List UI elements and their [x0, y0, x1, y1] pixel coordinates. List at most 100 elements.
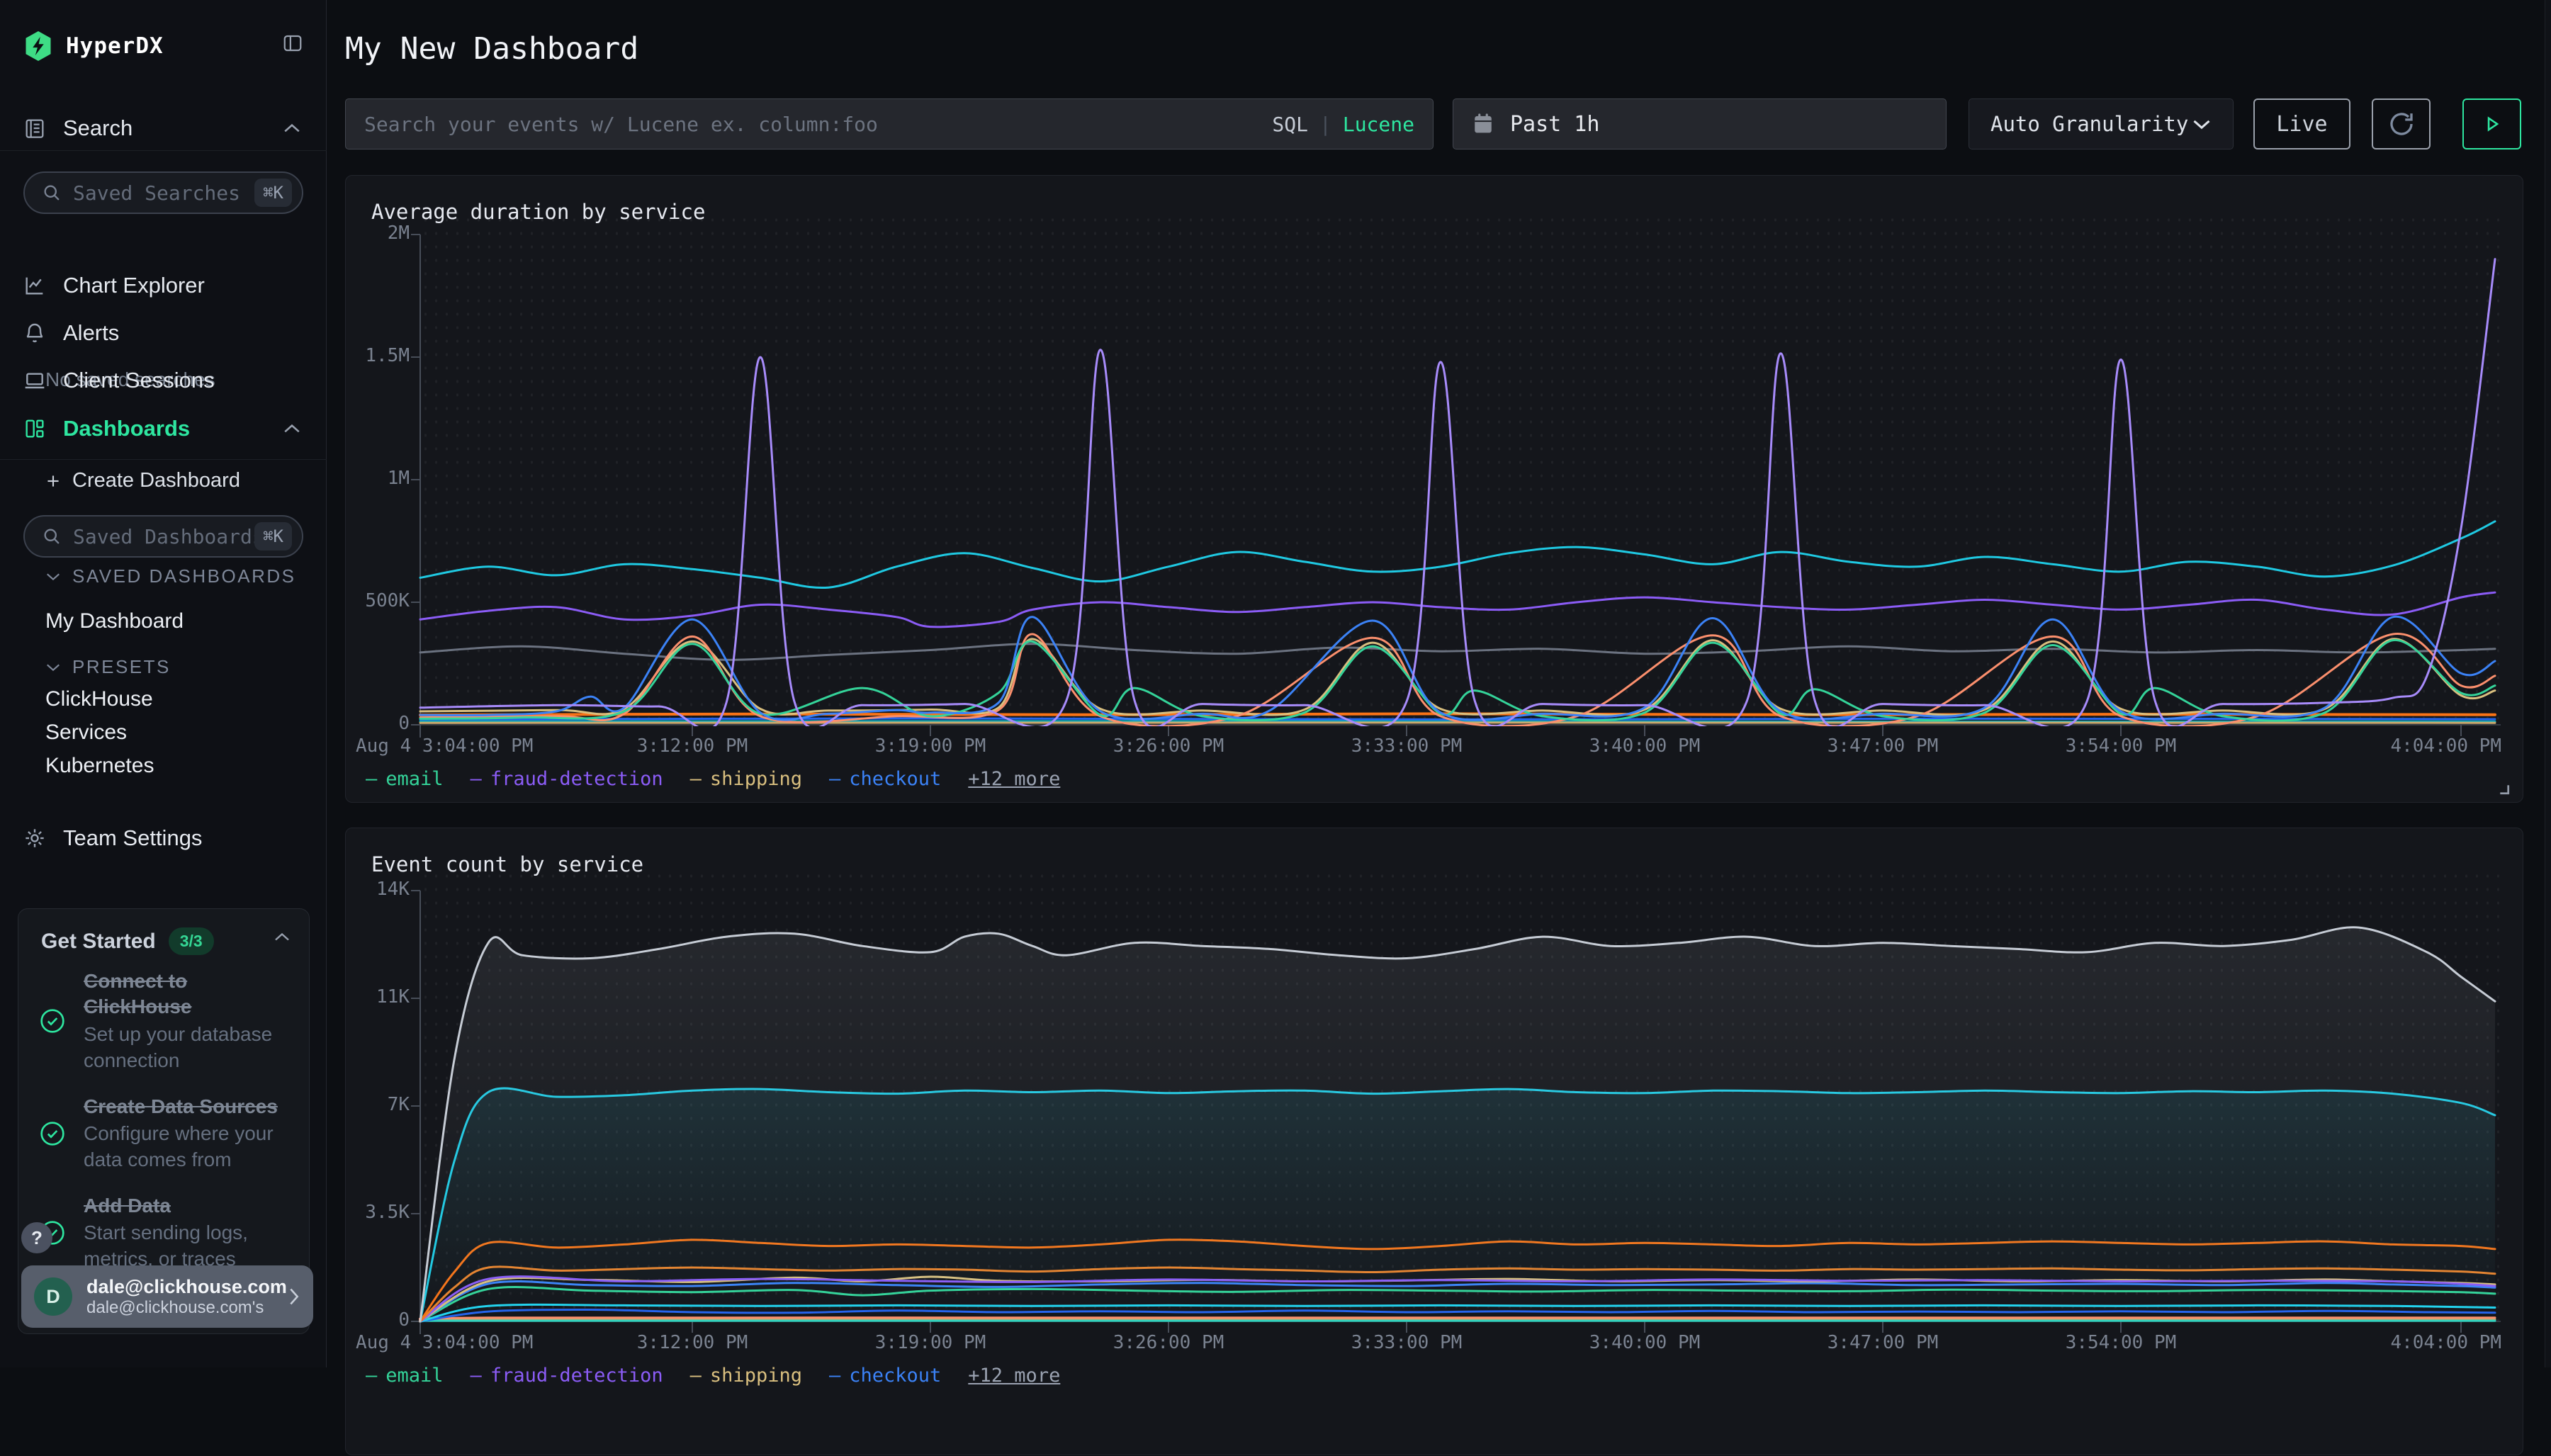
x-axis-label: 3:26:00 PM — [1113, 735, 1224, 757]
sidebar-item-alerts[interactable]: Alerts — [0, 317, 327, 349]
app-title: HyperDX — [66, 33, 164, 59]
legend-more-link[interactable]: +12 more — [968, 1365, 1060, 1387]
legend-swatch: — — [829, 768, 840, 790]
y-axis-label: 14K — [353, 879, 410, 900]
user-email: dale@clickhouse.com — [86, 1276, 288, 1298]
x-axis-label: 3:26:00 PM — [1113, 1332, 1224, 1353]
language-toggle-sql[interactable]: SQL — [1272, 113, 1308, 136]
user-team: dale@clickhouse.com's — [86, 1298, 288, 1318]
legend-item-checkout[interactable]: —checkout — [829, 768, 941, 790]
sidebar-item-my-dashboard[interactable]: My Dashboard — [45, 609, 184, 633]
page-title: My New Dashboard — [345, 31, 638, 67]
legend-label: fraud-detection — [490, 768, 663, 790]
chevron-down-icon — [45, 572, 61, 582]
step-title: Create Data Sources — [84, 1094, 293, 1119]
refresh-button[interactable] — [2372, 98, 2431, 149]
help-button[interactable]: ? — [21, 1222, 52, 1253]
sidebar-item-client-sessions[interactable]: Client Sessions — [0, 364, 327, 397]
chevron-up-icon[interactable] — [274, 932, 291, 942]
play-icon — [2480, 112, 2504, 136]
sidebar-item-label: Chart Explorer — [63, 273, 205, 298]
get-started-step-add-data[interactable]: Add Data Start sending logs, metrics, or… — [38, 1193, 293, 1272]
x-axis-label: Aug 4 3:04:00 PM — [356, 735, 533, 757]
legend-item-shipping[interactable]: —shipping — [690, 1365, 802, 1387]
chart-legend: —email—fraud-detection—shipping—checkout… — [366, 1365, 1060, 1387]
get-started-progress-badge: 3/3 — [169, 927, 214, 955]
sidebar-item-clickhouse[interactable]: ClickHouse — [45, 687, 153, 711]
section-title: SAVED DASHBOARDS — [72, 565, 295, 587]
laptop-icon — [23, 369, 46, 392]
chart-panel-avg-duration: Average duration by service 2M1.5M1M500K… — [345, 175, 2523, 803]
collapse-sidebar-icon[interactable] — [282, 33, 303, 54]
shortcut-badge: ⌘K — [254, 522, 292, 551]
x-axis-label: 4:04:00 PM — [2390, 1332, 2501, 1353]
x-axis-label: 3:19:00 PM — [875, 735, 986, 757]
presets-section-header[interactable]: PRESETS — [45, 656, 171, 678]
granularity-select[interactable]: Auto Granularity — [1969, 98, 2234, 149]
time-range-value: Past 1h — [1510, 112, 1599, 137]
get-started-step-data-sources[interactable]: Create Data Sources Configure where your… — [38, 1094, 293, 1173]
sidebar-item-team-settings[interactable]: Team Settings — [0, 822, 327, 854]
x-axis-label: 3:47:00 PM — [1828, 1332, 1939, 1353]
legend-swatch: — — [829, 1365, 840, 1387]
create-dashboard-label: Create Dashboard — [72, 469, 240, 492]
dashboards-icon — [23, 417, 46, 440]
search-icon — [42, 183, 62, 203]
legend-label: shipping — [710, 1365, 802, 1387]
sidebar-item-label: Client Sessions — [63, 368, 215, 393]
legend-item-fraud-detection[interactable]: —fraud-detection — [471, 1365, 663, 1387]
legend-swatch: — — [690, 768, 702, 790]
live-button-label: Live — [2276, 112, 2327, 137]
saved-dashboards-input[interactable]: Saved Dashboards ⌘K — [23, 515, 303, 558]
chevron-up-icon[interactable] — [283, 123, 301, 134]
plot-grid-dots — [420, 869, 2501, 1321]
live-button[interactable]: Live — [2253, 98, 2350, 149]
legend-item-email[interactable]: —email — [366, 1365, 444, 1387]
legend-item-fraud-detection[interactable]: —fraud-detection — [471, 768, 663, 790]
saved-dashboards-section-header[interactable]: SAVED DASHBOARDS — [45, 565, 295, 587]
x-axis-label: 3:54:00 PM — [2066, 735, 2177, 757]
sidebar-item-search[interactable]: Search — [0, 112, 327, 145]
x-axis-label: 3:12:00 PM — [637, 1332, 748, 1353]
shortcut-badge: ⌘K — [254, 179, 292, 207]
sidebar-item-dashboards[interactable]: Dashboards — [0, 412, 327, 445]
y-axis-label: 500K — [353, 590, 410, 611]
create-dashboard-button[interactable]: Create Dashboard — [44, 469, 240, 492]
run-query-button[interactable] — [2462, 98, 2521, 149]
get-started-step-connect[interactable]: Connect to ClickHouse Set up your databa… — [38, 969, 293, 1074]
x-axis-label: Aug 4 3:04:00 PM — [356, 1332, 533, 1353]
legend-item-checkout[interactable]: —checkout — [829, 1365, 941, 1387]
legend-label: fraud-detection — [490, 1365, 663, 1387]
x-axis-label: 3:33:00 PM — [1351, 1332, 1463, 1353]
x-axis-label: 3:54:00 PM — [2066, 1332, 2177, 1353]
sidebar-item-kubernetes[interactable]: Kubernetes — [45, 754, 154, 778]
search-icon — [42, 526, 62, 546]
event-search-input[interactable]: Search your events w/ Lucene ex. column:… — [345, 98, 1434, 149]
legend-label: email — [385, 1365, 443, 1387]
saved-searches-input[interactable]: Saved Searches ⌘K — [23, 171, 303, 214]
section-title: PRESETS — [72, 656, 171, 678]
language-toggle-lucene[interactable]: Lucene — [1343, 113, 1414, 136]
vertical-scrollbar[interactable] — [2545, 0, 2551, 1367]
chevron-down-icon — [45, 662, 61, 672]
x-axis-label: 3:47:00 PM — [1828, 735, 1939, 757]
legend-item-shipping[interactable]: —shipping — [690, 768, 802, 790]
chevron-up-icon[interactable] — [283, 423, 301, 434]
user-account-chip[interactable]: D dale@clickhouse.com dale@clickhouse.co… — [21, 1265, 313, 1328]
y-axis-label: 0 — [353, 713, 410, 734]
legend-more-link[interactable]: +12 more — [968, 768, 1060, 790]
divider — [0, 459, 327, 460]
chart-panel-event-count: Event count by service 14K11K7K3.5K0Aug … — [345, 828, 2523, 1455]
sidebar-item-label: Search — [63, 115, 133, 141]
y-axis-label: 1M — [353, 468, 410, 489]
sidebar-item-chart-explorer[interactable]: Chart Explorer — [0, 269, 327, 302]
sidebar-item-services[interactable]: Services — [45, 721, 127, 745]
logo[interactable]: HyperDX — [23, 30, 164, 62]
x-axis-label: 3:40:00 PM — [1589, 1332, 1701, 1353]
time-range-picker[interactable]: Past 1h — [1453, 98, 1947, 149]
legend-item-email[interactable]: —email — [366, 768, 444, 790]
step-title: Add Data — [84, 1193, 293, 1219]
resize-handle[interactable] — [2499, 784, 2510, 795]
hyperdx-logo-icon — [23, 30, 53, 62]
avatar: D — [34, 1277, 72, 1316]
